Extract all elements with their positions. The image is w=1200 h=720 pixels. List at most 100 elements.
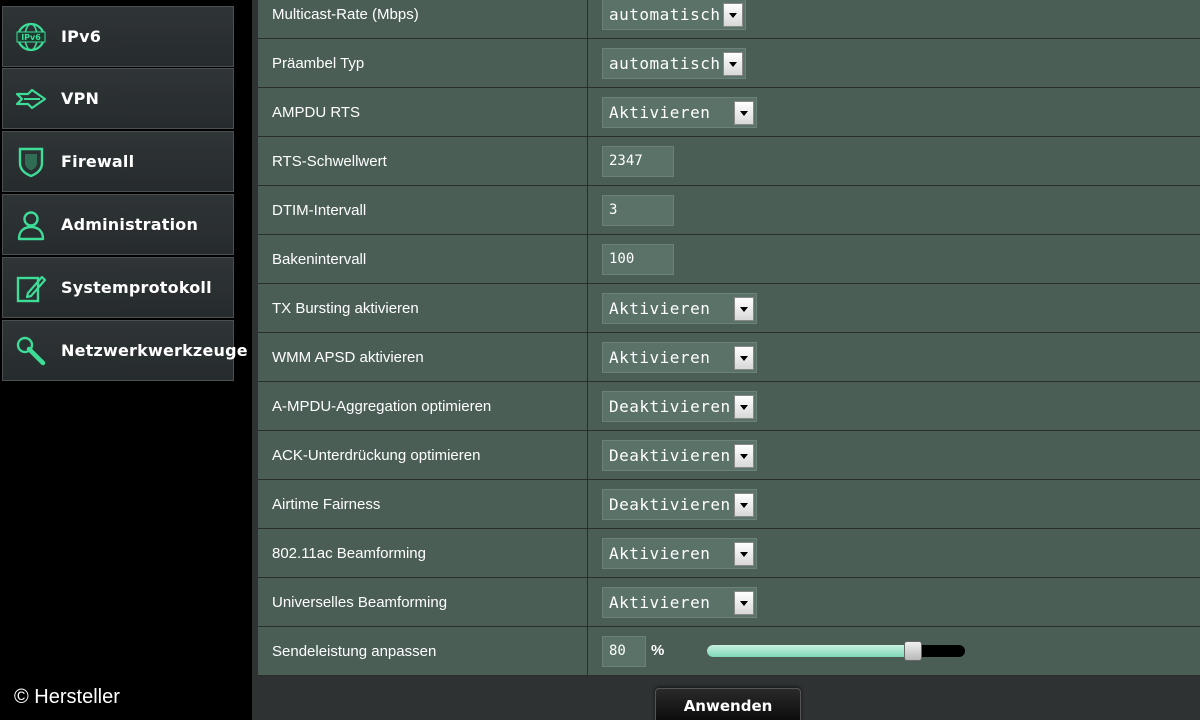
power-slider-fill <box>707 645 914 657</box>
setting-label: Sendeleistung anpassen <box>258 627 588 676</box>
sidebar-item-label: VPN <box>61 89 100 108</box>
sidebar-item-label: Systemprotokoll <box>61 278 212 297</box>
setting-value-cell: Aktivieren <box>589 578 1200 627</box>
chevron-down-icon[interactable] <box>734 395 754 419</box>
select-value: automatisch <box>609 5 721 24</box>
setting-select[interactable]: Deaktivieren <box>602 489 757 520</box>
setting-select[interactable]: automatisch <box>602 0 746 30</box>
wrench-icon <box>13 333 49 369</box>
sidebar-item-administration[interactable]: Administration <box>2 194 234 255</box>
main-panel: Multicast-Rate (Mbps) automatisch Präambel… <box>252 0 1200 720</box>
setting-select[interactable]: automatisch <box>602 48 746 79</box>
setting-label: Airtime Fairness <box>258 480 588 529</box>
chevron-down-icon[interactable] <box>734 101 754 125</box>
setting-text-input[interactable]: 3 <box>602 195 674 226</box>
setting-value-cell: Deaktivieren <box>589 480 1200 529</box>
ipv6-globe-icon: IPv6 <box>13 19 49 55</box>
sidebar-item-label: Netzwerkwerkzeuge <box>61 341 248 360</box>
user-icon <box>13 207 49 243</box>
setting-value-cell: 3 <box>589 186 1200 235</box>
svg-text:IPv6: IPv6 <box>21 33 41 42</box>
sidebar-item-firewall[interactable]: Firewall <box>2 131 234 192</box>
sidebar-item-netzwerkwerkzeuge[interactable]: Netzwerkwerkzeuge <box>2 320 248 381</box>
vpn-icon <box>13 81 49 117</box>
settings-row: 802.11ac Beamforming Aktivieren <box>258 529 1200 578</box>
shield-icon <box>13 144 49 180</box>
settings-row: Airtime Fairness Deaktivieren <box>258 480 1200 529</box>
setting-label: A-MPDU-Aggregation optimieren <box>258 382 588 431</box>
sidebar-item-systemprotokoll[interactable]: Systemprotokoll <box>2 257 234 318</box>
settings-row: AMPDU RTS Aktivieren <box>258 88 1200 137</box>
settings-row: ACK-Unterdrückung optimieren Deaktivieren <box>258 431 1200 480</box>
select-value: Aktivieren <box>609 103 711 122</box>
setting-select[interactable]: Aktivieren <box>602 538 757 569</box>
setting-value-cell: 80% <box>589 627 1200 676</box>
setting-value-cell: 2347 <box>589 137 1200 186</box>
select-value: automatisch <box>609 54 721 73</box>
setting-label: RTS-Schwellwert <box>258 137 588 186</box>
setting-label: WMM APSD aktivieren <box>258 333 588 382</box>
settings-row: A-MPDU-Aggregation optimieren Deaktiviere… <box>258 382 1200 431</box>
settings-row: TX Bursting aktivieren Aktivieren <box>258 284 1200 333</box>
sidebar-item-vpn[interactable]: VPN <box>2 68 234 129</box>
setting-label: AMPDU RTS <box>258 88 588 137</box>
select-value: Aktivieren <box>609 299 711 318</box>
sidebar-item-label: Firewall <box>61 152 135 171</box>
setting-value-cell: Aktivieren <box>589 88 1200 137</box>
chevron-down-icon[interactable] <box>734 591 754 615</box>
setting-label: Multicast-Rate (Mbps) <box>258 0 588 39</box>
select-value: Aktivieren <box>609 348 711 367</box>
settings-row: Bakenintervall 100 <box>258 235 1200 284</box>
setting-select[interactable]: Aktivieren <box>602 342 757 373</box>
settings-row: Multicast-Rate (Mbps) automatisch <box>258 0 1200 39</box>
percent-unit: % <box>651 642 665 659</box>
setting-label: DTIM-Intervall <box>258 186 588 235</box>
setting-label: Universelles Beamforming <box>258 578 588 627</box>
power-percent-input[interactable]: 80 <box>602 636 646 667</box>
log-edit-icon <box>13 270 49 306</box>
sidebar-item-label: IPv6 <box>61 27 102 46</box>
setting-value-cell: 100 <box>589 235 1200 284</box>
chevron-down-icon[interactable] <box>734 346 754 370</box>
chevron-down-icon[interactable] <box>723 52 743 76</box>
chevron-down-icon[interactable] <box>734 493 754 517</box>
sidebar-item-ipv6[interactable]: IPv6 IPv6 <box>2 6 234 67</box>
sidebar-item-label: Administration <box>61 215 199 234</box>
setting-value-cell: Aktivieren <box>589 333 1200 382</box>
settings-row: WMM APSD aktivieren Aktivieren <box>258 333 1200 382</box>
settings-row: RTS-Schwellwert 2347 <box>258 137 1200 186</box>
setting-value-cell: Deaktivieren <box>589 431 1200 480</box>
setting-text-input[interactable]: 2347 <box>602 146 674 177</box>
select-value: Deaktivieren <box>609 495 731 514</box>
setting-select[interactable]: Aktivieren <box>602 587 757 618</box>
setting-label: 802.11ac Beamforming <box>258 529 588 578</box>
setting-value-cell: automatisch <box>589 39 1200 88</box>
power-slider-knob[interactable] <box>904 641 923 661</box>
setting-value-cell: Deaktivieren <box>589 382 1200 431</box>
apply-button[interactable]: Anwenden <box>655 688 801 720</box>
setting-select[interactable]: Deaktivieren <box>602 440 757 471</box>
chevron-down-icon[interactable] <box>723 3 743 27</box>
select-value: Deaktivieren <box>609 397 731 416</box>
setting-select[interactable]: Aktivieren <box>602 293 757 324</box>
select-value: Deaktivieren <box>609 446 731 465</box>
setting-text-input[interactable]: 100 <box>602 244 674 275</box>
select-value: Aktivieren <box>609 544 711 563</box>
power-slider[interactable] <box>707 641 965 661</box>
select-value: Aktivieren <box>609 593 711 612</box>
settings-row: Präambel Typ automatisch <box>258 39 1200 88</box>
settings-row: DTIM-Intervall 3 <box>258 186 1200 235</box>
setting-value-cell: Aktivieren <box>589 284 1200 333</box>
sidebar: IPv6 IPv6 VPN Firewall Administration Sy… <box>0 0 252 720</box>
setting-select[interactable]: Aktivieren <box>602 97 757 128</box>
setting-value-cell: automatisch <box>589 0 1200 39</box>
setting-label: ACK-Unterdrückung optimieren <box>258 431 588 480</box>
chevron-down-icon[interactable] <box>734 297 754 321</box>
setting-select[interactable]: Deaktivieren <box>602 391 757 422</box>
chevron-down-icon[interactable] <box>734 444 754 468</box>
chevron-down-icon[interactable] <box>734 542 754 566</box>
settings-row: Universelles Beamforming Aktivieren <box>258 578 1200 627</box>
settings-row-power: Sendeleistung anpassen 80% <box>258 627 1200 676</box>
setting-label: TX Bursting aktivieren <box>258 284 588 333</box>
setting-value-cell: Aktivieren <box>589 529 1200 578</box>
